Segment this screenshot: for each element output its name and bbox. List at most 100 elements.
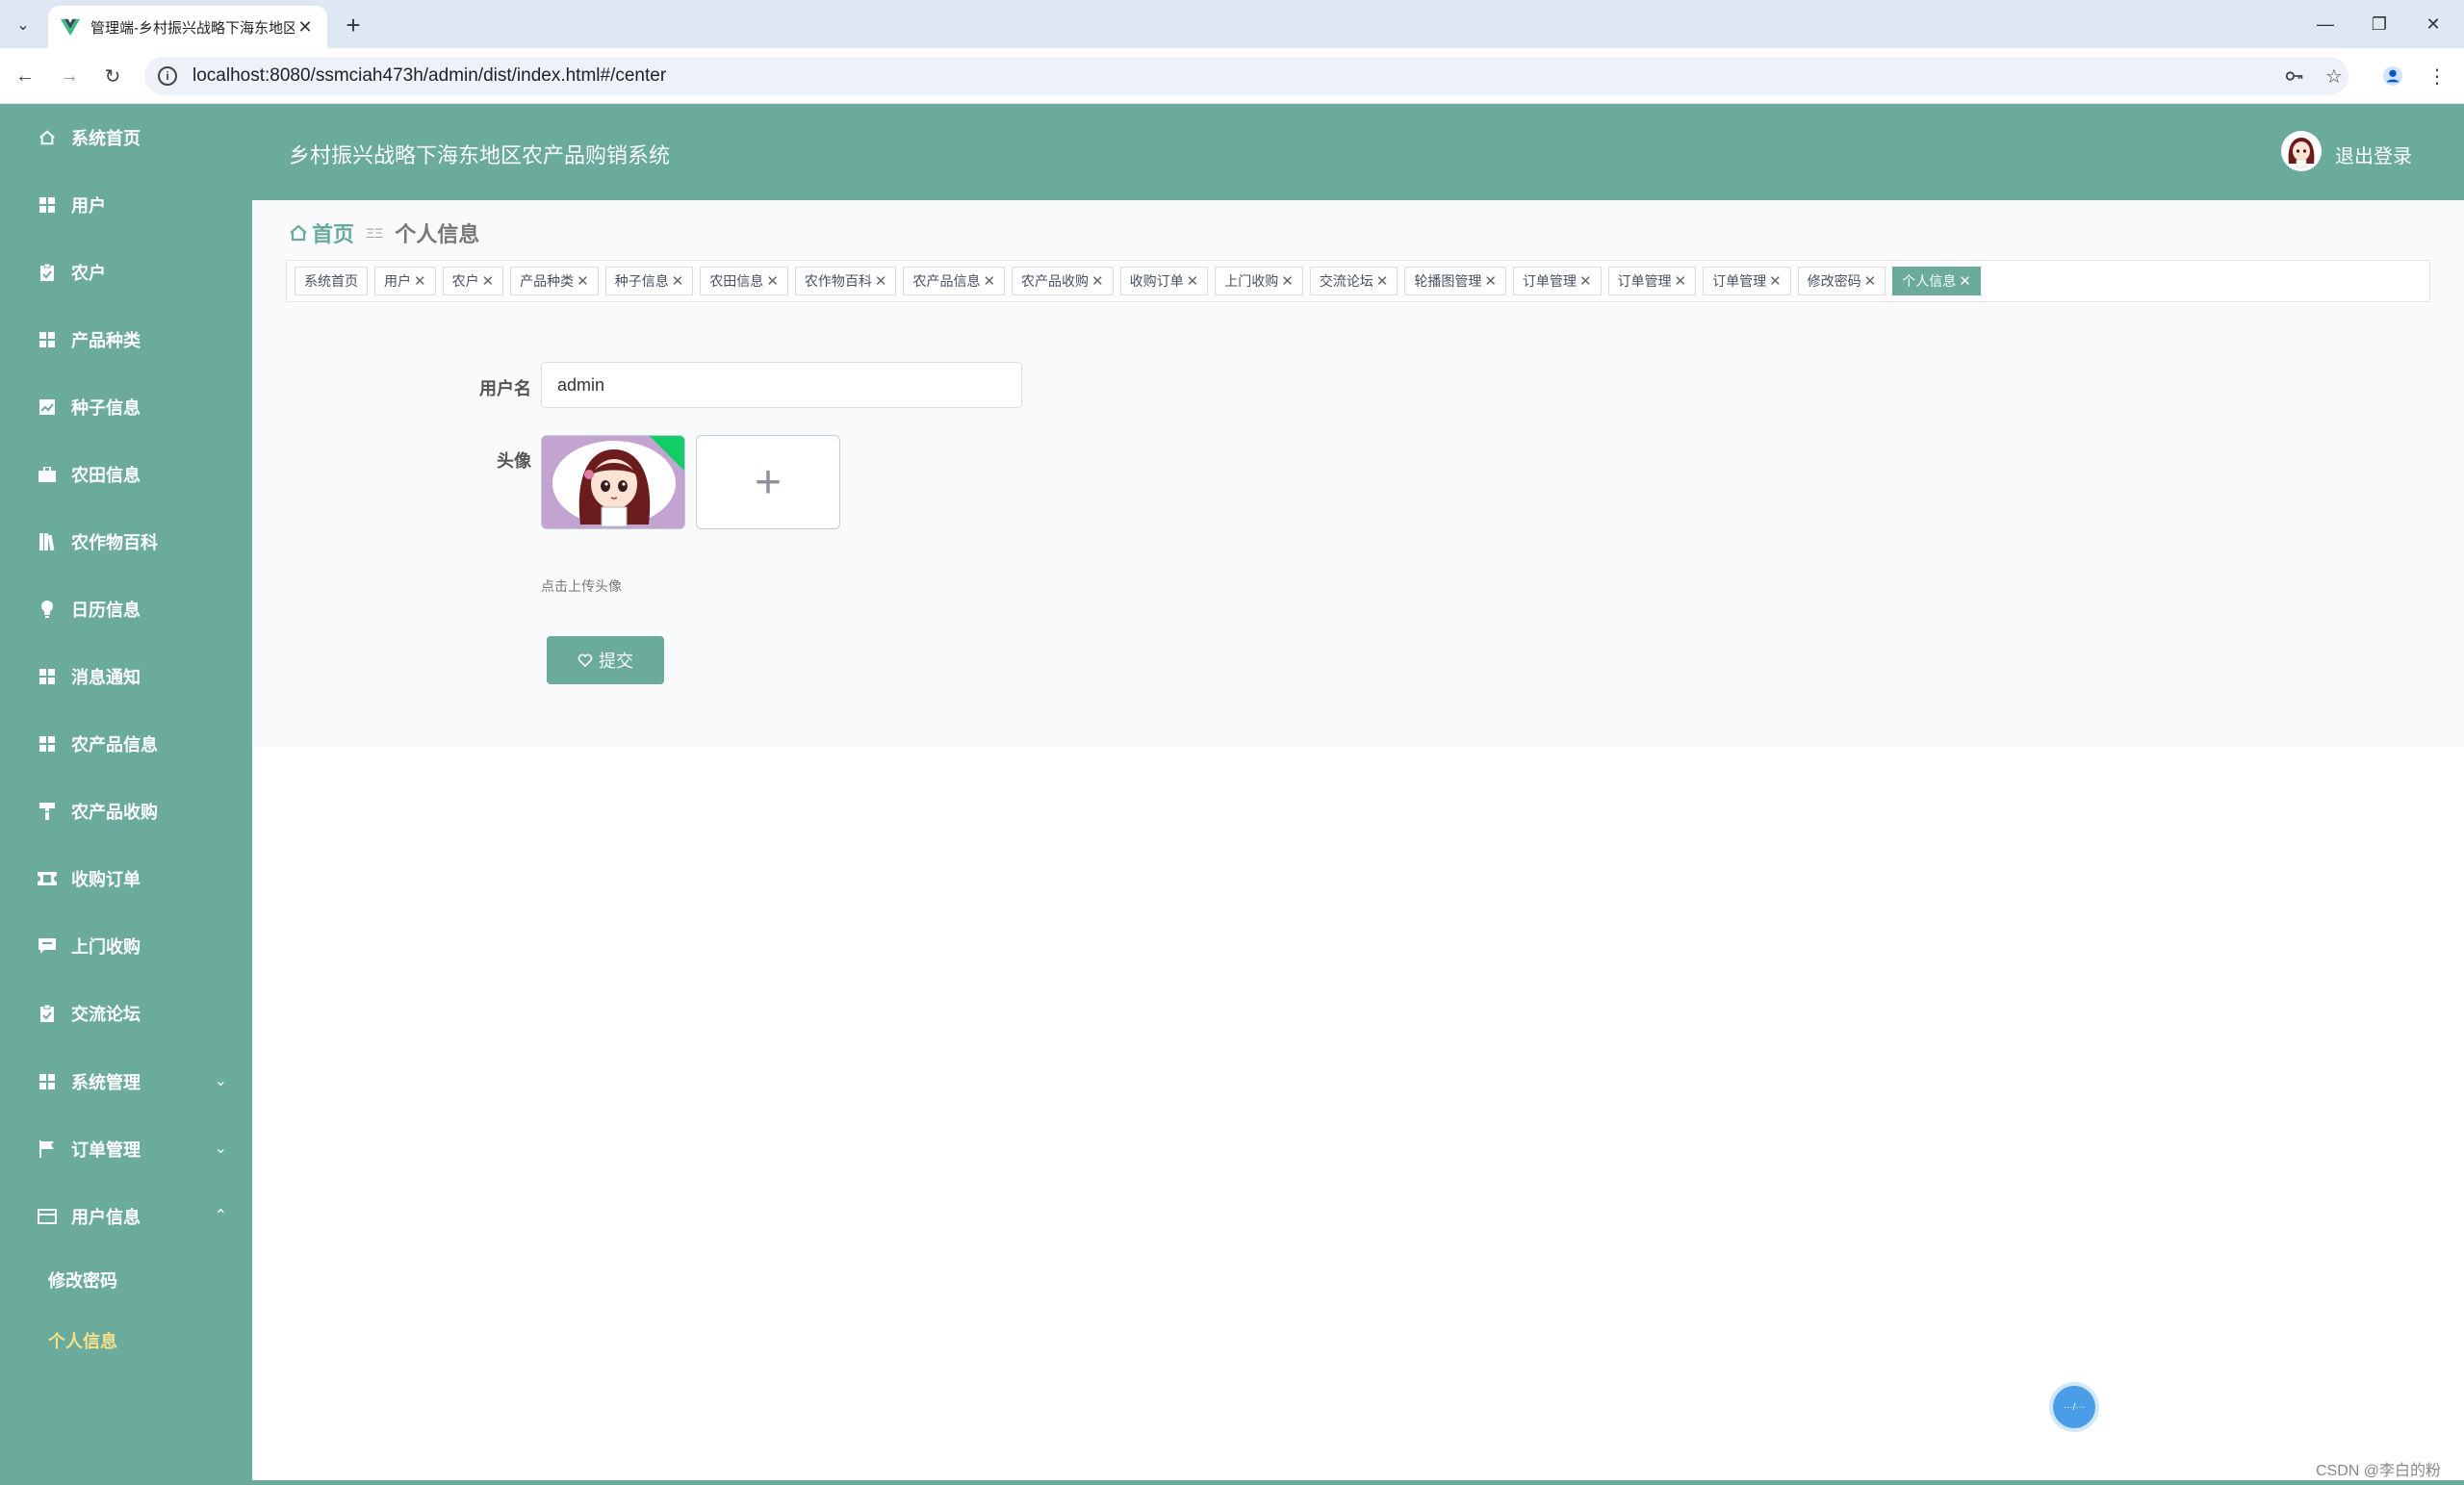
- close-icon[interactable]: ✕: [1376, 272, 1389, 290]
- watermark: CSDN @李白的粉: [2316, 1463, 2442, 1479]
- sidebar-item-farmland-info[interactable]: 农田信息: [0, 450, 252, 499]
- sidebar-item-label: 农田信息: [71, 466, 141, 485]
- tag-produce-info[interactable]: 农产品信息 ✕: [903, 267, 1006, 295]
- back-icon[interactable]: ←: [10, 61, 40, 91]
- tag-user[interactable]: 用户 ✕: [374, 267, 436, 295]
- chevron-down-icon: ⌄: [214, 1073, 227, 1089]
- logout-button[interactable]: 退出登录: [2335, 141, 2412, 168]
- sidebar-item-order-management[interactable]: 订单管理 ⌄: [0, 1125, 252, 1173]
- sidebar-item-farmer[interactable]: 农户: [0, 248, 252, 296]
- sidebar-item-forum[interactable]: 交流论坛: [0, 989, 252, 1037]
- sidebar-item-user[interactable]: 用户: [0, 181, 252, 229]
- tag-label: 上门收购: [1224, 273, 1279, 289]
- tag-farmer[interactable]: 农户 ✕: [442, 267, 504, 295]
- close-icon[interactable]: ✕: [1864, 272, 1877, 290]
- new-tab-icon[interactable]: +: [339, 11, 368, 39]
- address-bar[interactable]: i localhost:8080/ssmciah473h/admin/dist/…: [144, 57, 2348, 95]
- sidebar-item-user-info[interactable]: 用户信息 ⌃: [0, 1192, 252, 1241]
- sidebar-subitem-personal-info[interactable]: 个人信息: [0, 1319, 252, 1363]
- sidebar-item-label: 系统首页: [71, 129, 141, 148]
- browser-tabstrip: ⌄ 管理端-乡村振兴战略下海东地区 ✕ + — ❐ ✕: [0, 0, 2464, 48]
- browser-tab[interactable]: 管理端-乡村振兴战略下海东地区 ✕: [48, 6, 327, 48]
- sidebar-item-purchase-orders[interactable]: 收购订单: [0, 855, 252, 903]
- grid-icon: [37, 194, 58, 216]
- browser-toolbar: ← → ↻ i localhost:8080/ssmciah473h/admin…: [0, 48, 2464, 104]
- browser-menu-icon[interactable]: ⋮: [2422, 61, 2452, 91]
- tag-forum[interactable]: 交流论坛 ✕: [1309, 267, 1399, 295]
- close-icon[interactable]: ✕: [672, 272, 684, 290]
- sidebar-item-system-management[interactable]: 系统管理 ⌄: [0, 1058, 252, 1106]
- header-avatar[interactable]: [2281, 131, 2322, 171]
- tag-label: 农户: [451, 273, 479, 289]
- reload-icon[interactable]: ↻: [97, 61, 128, 91]
- close-icon[interactable]: ✕: [1769, 272, 1782, 290]
- tag-system-home[interactable]: 系统首页: [295, 267, 368, 295]
- sidebar-item-seed-info[interactable]: 种子信息: [0, 383, 252, 431]
- breadcrumb-home[interactable]: 首页: [289, 218, 354, 248]
- profile-icon[interactable]: [2377, 61, 2408, 91]
- tag-crop-encyclopedia[interactable]: 农作物百科 ✕: [794, 267, 897, 295]
- close-icon[interactable]: ✕: [482, 272, 495, 290]
- sidebar-item-product-category[interactable]: 产品种类: [0, 316, 252, 364]
- tag-personal-info[interactable]: 个人信息 ✕: [1892, 267, 1981, 295]
- tag-label: 农产品收购: [1021, 273, 1090, 289]
- minimize-icon[interactable]: —: [2306, 8, 2345, 40]
- tag-label: 农作物百科: [804, 273, 872, 289]
- sidebar-item-label: 用户: [71, 196, 106, 216]
- sidebar-subitem-change-password[interactable]: 修改密码: [0, 1258, 252, 1302]
- close-tab-icon[interactable]: ✕: [295, 16, 316, 38]
- close-icon[interactable]: ✕: [1959, 272, 1971, 290]
- sidebar-item-produce-purchase[interactable]: 农产品收购: [0, 787, 252, 835]
- sidebar-item-home[interactable]: 系统首页: [0, 114, 252, 162]
- tag-product-category[interactable]: 产品种类 ✕: [510, 267, 599, 295]
- sidebar-item-calendar-info[interactable]: 日历信息: [0, 585, 252, 633]
- home-icon: [37, 127, 58, 148]
- close-icon[interactable]: ✕: [875, 272, 887, 290]
- bookmark-star-icon[interactable]: ☆: [2319, 61, 2349, 91]
- close-icon[interactable]: ✕: [1484, 272, 1497, 290]
- tag-produce-purchase[interactable]: 农产品收购 ✕: [1012, 267, 1114, 295]
- sidebar-item-crop-encyclopedia[interactable]: 农作物百科: [0, 518, 252, 566]
- close-icon[interactable]: ✕: [577, 272, 589, 290]
- close-icon[interactable]: ✕: [414, 272, 426, 290]
- close-icon[interactable]: ✕: [1579, 272, 1592, 290]
- tag-purchase-orders[interactable]: 收购订单 ✕: [1119, 267, 1209, 295]
- sidebar-item-notifications[interactable]: 消息通知: [0, 653, 252, 701]
- sidebar-item-produce-info[interactable]: 农产品信息: [0, 720, 252, 768]
- tag-order-management[interactable]: 订单管理 ✕: [1607, 267, 1697, 295]
- tag-seed-info[interactable]: 种子信息 ✕: [604, 267, 694, 295]
- tag-order-management[interactable]: 订单管理 ✕: [1512, 267, 1602, 295]
- close-icon[interactable]: ✕: [766, 272, 779, 290]
- password-key-icon[interactable]: [2279, 61, 2310, 91]
- sidebar-item-home-purchase[interactable]: 上门收购: [0, 922, 252, 970]
- sidebar-subitem-label: 修改密码: [48, 1271, 117, 1291]
- avatar-preview[interactable]: [541, 435, 685, 529]
- tag-home-purchase[interactable]: 上门收购 ✕: [1215, 267, 1303, 295]
- close-icon[interactable]: ✕: [1281, 272, 1294, 290]
- heart-icon: [578, 653, 593, 667]
- tag-change-password[interactable]: 修改密码 ✕: [1797, 267, 1886, 295]
- restore-icon[interactable]: ❐: [2360, 8, 2399, 40]
- url-text[interactable]: localhost:8080/ssmciah473h/admin/dist/in…: [192, 65, 666, 87]
- tag-order-management[interactable]: 订单管理 ✕: [1703, 267, 1791, 295]
- tag-carousel-management[interactable]: 轮播图管理 ✕: [1404, 267, 1506, 295]
- paint-roller-icon: [37, 801, 58, 822]
- breadcrumb-home-label: 首页: [312, 222, 355, 246]
- upload-avatar-button[interactable]: +: [696, 435, 840, 529]
- forward-icon[interactable]: →: [54, 61, 85, 91]
- close-icon[interactable]: ✕: [1675, 272, 1687, 290]
- close-icon[interactable]: ✕: [1091, 272, 1104, 290]
- sidebar-item-label: 种子信息: [71, 398, 141, 418]
- home-icon: [290, 224, 307, 242]
- tag-farmland-info[interactable]: 农田信息 ✕: [700, 267, 788, 295]
- close-icon[interactable]: ✕: [983, 272, 995, 290]
- tag-label: 系统首页: [304, 273, 358, 289]
- tags-view-bar: 系统首页 用户 ✕ 农户 ✕ 产品种类 ✕ 种子信息 ✕ 农田信息 ✕ 农作物百科 ✕ 农产…: [286, 260, 2430, 302]
- close-window-icon[interactable]: ✕: [2414, 8, 2452, 40]
- floating-assistant-button[interactable]: ···/···: [2053, 1386, 2095, 1428]
- username-input[interactable]: [541, 362, 1022, 408]
- tab-search-chevron-icon[interactable]: ⌄: [8, 10, 38, 40]
- site-info-icon[interactable]: i: [158, 66, 177, 86]
- close-icon[interactable]: ✕: [1187, 272, 1199, 290]
- submit-button[interactable]: 提交: [547, 636, 664, 684]
